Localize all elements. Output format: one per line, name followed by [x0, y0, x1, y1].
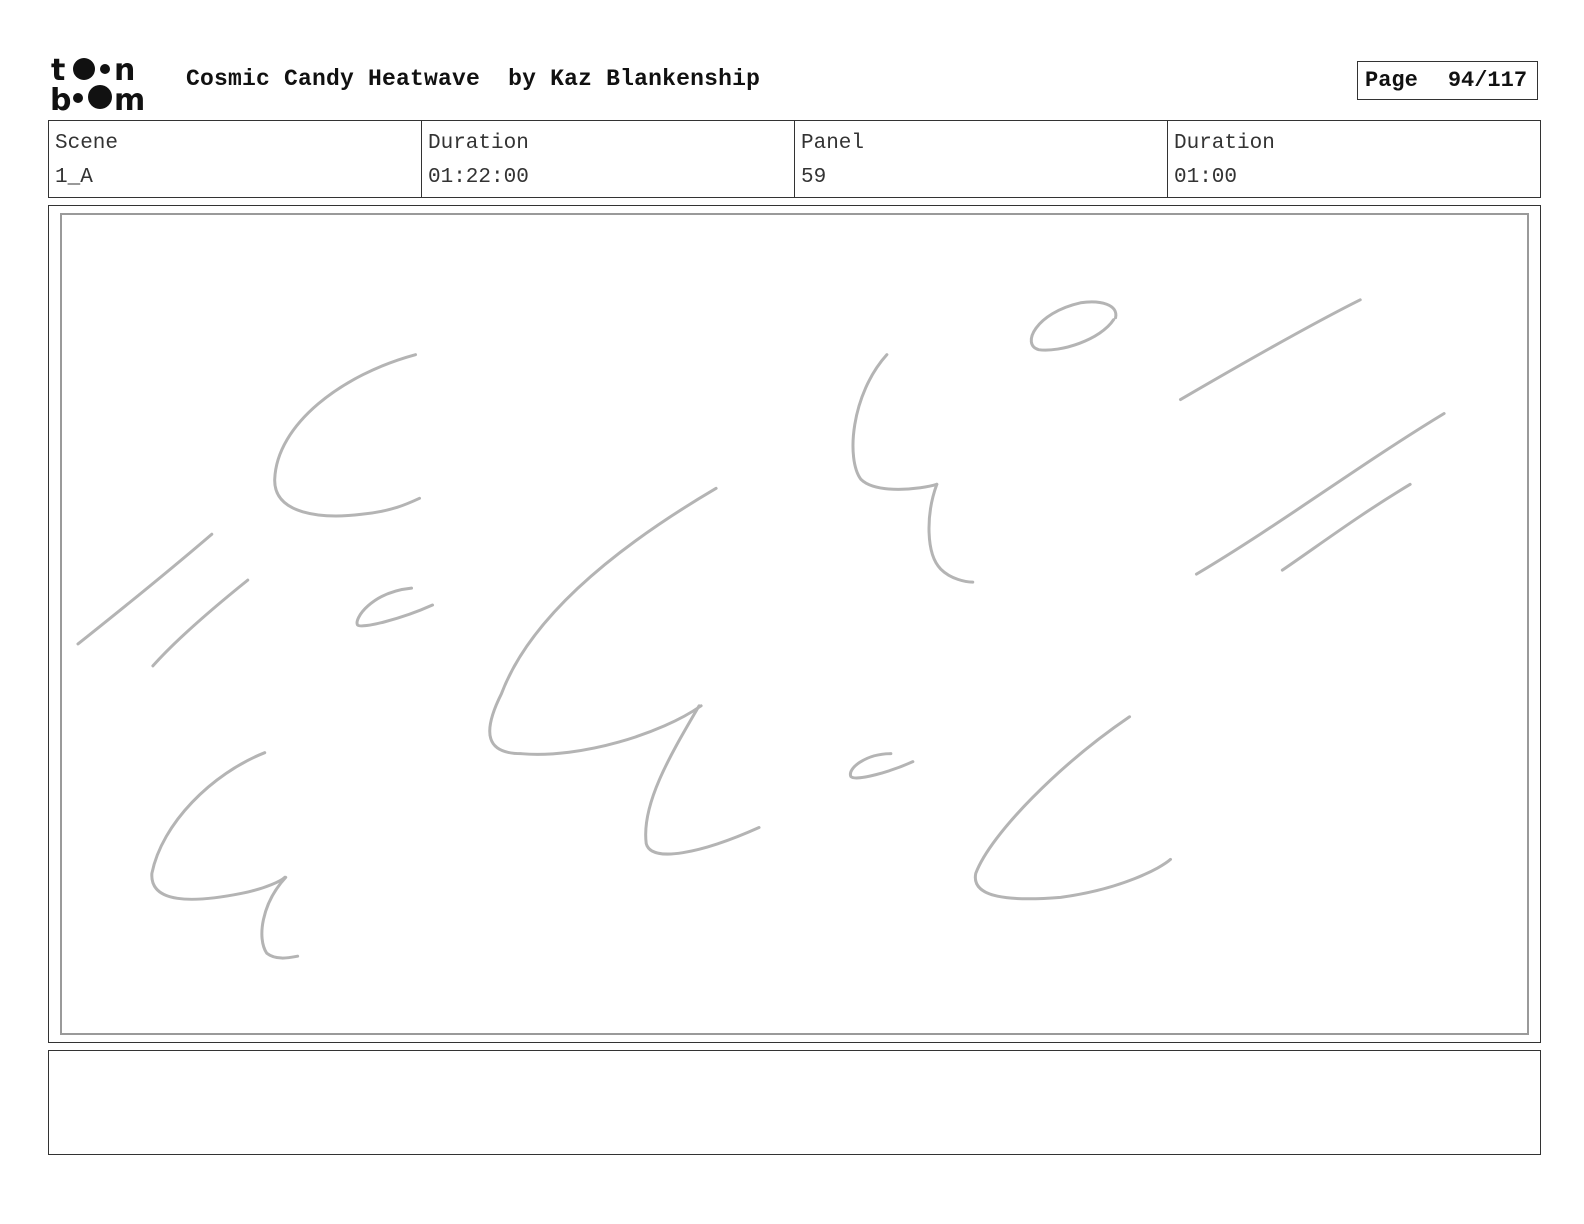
- author-credit: by Kaz Blankenship: [508, 66, 761, 92]
- scene-value: 1_A: [55, 166, 93, 189]
- scene-duration-label: Duration: [428, 132, 529, 155]
- scene-label: Scene: [55, 132, 119, 155]
- sketch-stroke: [1280, 482, 1412, 572]
- sketch-stroke: [260, 875, 300, 960]
- sketch-stroke: [488, 486, 718, 756]
- sketch-stroke: [273, 353, 422, 518]
- panel-cell: Panel 59: [794, 121, 1167, 197]
- panel-info-table: Scene 1_A Duration 01:22:00 Panel 59 Dur…: [48, 120, 1541, 198]
- sketch-stroke: [1194, 412, 1446, 576]
- panel-duration-label: Duration: [1174, 132, 1275, 155]
- scene-cell: Scene 1_A: [49, 121, 421, 197]
- panel-notes: [48, 1050, 1541, 1155]
- scene-duration-value: 01:22:00: [428, 166, 529, 189]
- panel-value: 59: [801, 166, 827, 189]
- scene-duration-cell: Duration 01:22:00: [421, 121, 794, 197]
- sketch-stroke: [851, 353, 939, 491]
- sketch-stroke: [1178, 298, 1362, 402]
- panel-duration-cell: Duration 01:00: [1167, 121, 1540, 197]
- panel-drawing-area: [60, 213, 1529, 1035]
- project-name: Cosmic Candy Heatwave: [186, 66, 481, 92]
- page-label: Page: [1365, 68, 1418, 93]
- panel-label: Panel: [801, 132, 865, 155]
- sketch-stroke: [1029, 300, 1118, 352]
- page-number: 94/117: [1447, 68, 1528, 93]
- sketch-stroke: [848, 752, 915, 780]
- storyboard-panel: [48, 205, 1541, 1043]
- sketch-stroke: [151, 578, 250, 668]
- sketch-drawing: [76, 298, 1446, 960]
- sketch-stroke: [927, 482, 975, 584]
- sketch-stroke: [355, 586, 434, 628]
- svg-text:m: m: [114, 83, 145, 112]
- svg-text:b: b: [50, 83, 71, 112]
- sketch-stroke: [150, 751, 287, 901]
- sketch-stroke: [973, 715, 1172, 901]
- toon-boom-logo: t n b m: [50, 53, 145, 112]
- project-title: Cosmic Candy Heatwave by Kaz Blankenship: [186, 66, 760, 92]
- panel-duration-value: 01:00: [1174, 166, 1238, 189]
- page-indicator: Page 94/117: [1357, 61, 1538, 100]
